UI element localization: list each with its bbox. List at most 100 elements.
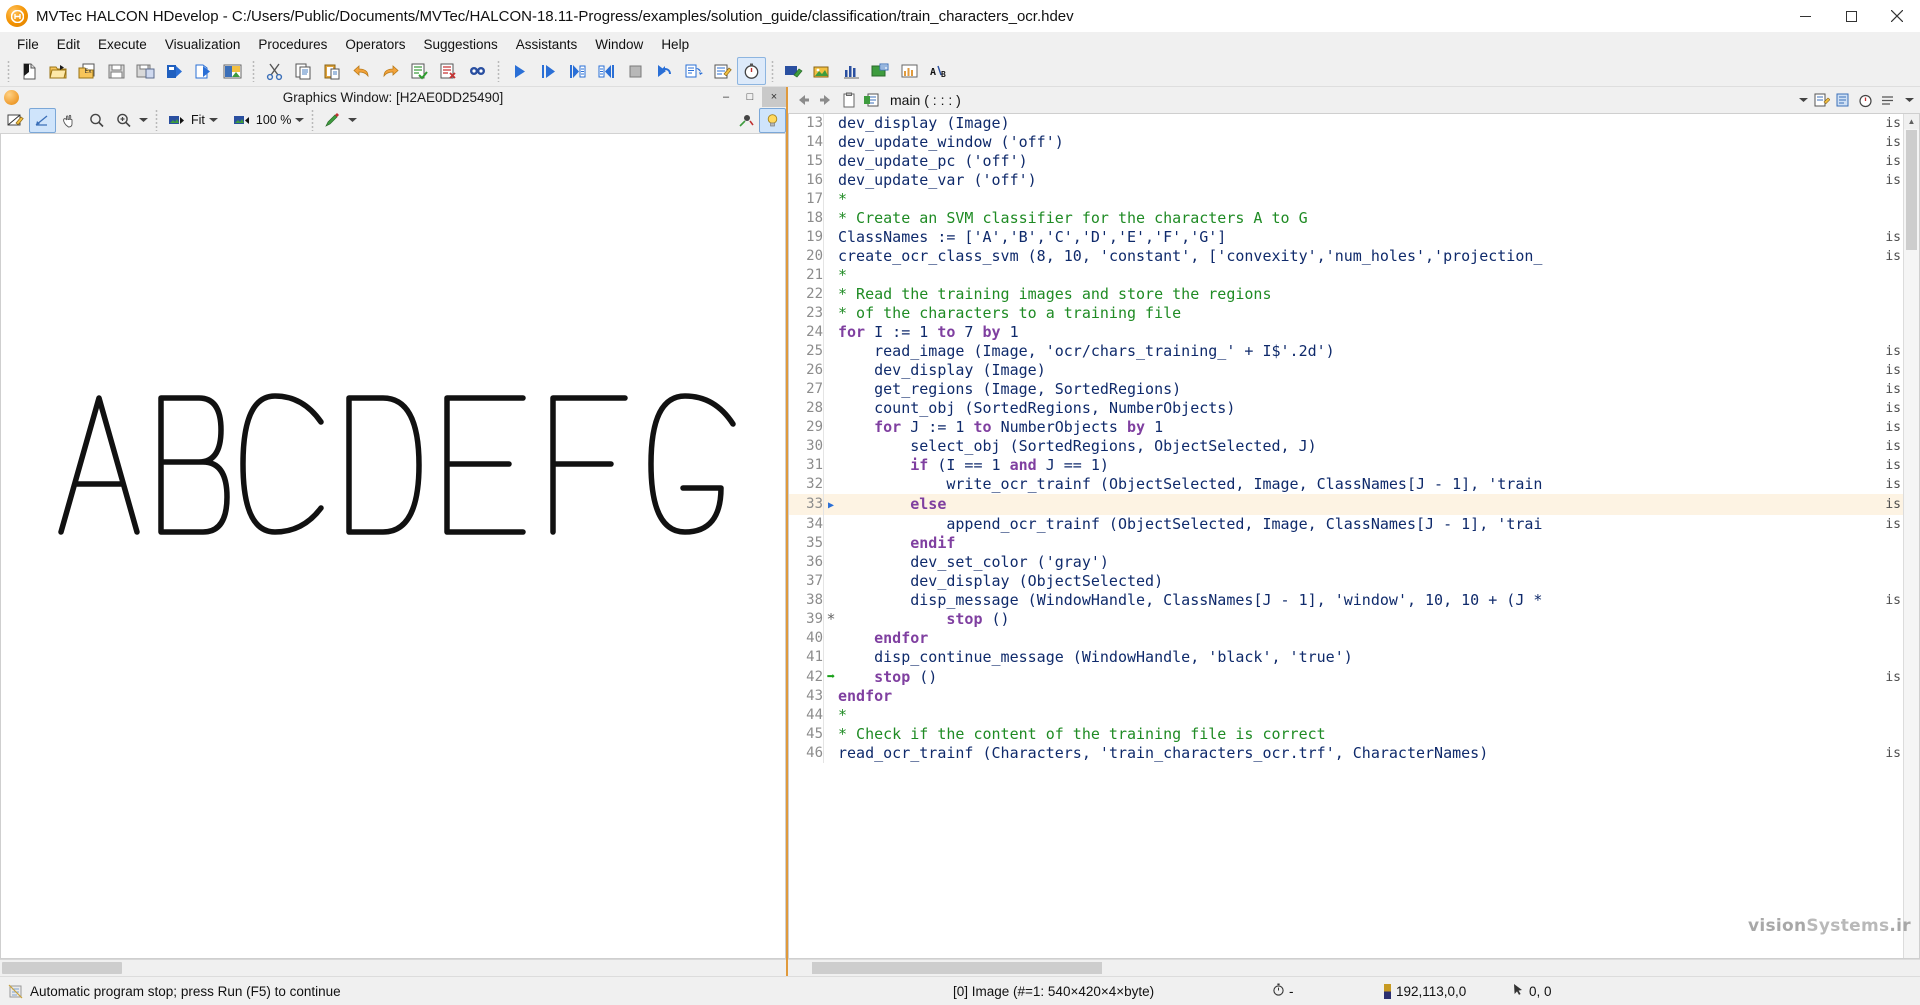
color-palette-icon[interactable] bbox=[319, 108, 346, 133]
line-marker[interactable] bbox=[824, 553, 839, 572]
image-acquisition-icon[interactable] bbox=[218, 57, 247, 85]
zoom-in-icon[interactable] bbox=[110, 108, 137, 133]
color-dropdown-chevron-down-icon[interactable] bbox=[346, 109, 359, 132]
line-marker[interactable] bbox=[824, 304, 839, 323]
code-text[interactable]: * bbox=[838, 706, 1883, 725]
menu-window[interactable]: Window bbox=[586, 35, 652, 54]
code-text[interactable]: select_obj (SortedRegions, ObjectSelecte… bbox=[838, 437, 1883, 456]
measure-pin-icon[interactable] bbox=[732, 108, 759, 133]
menu-help[interactable]: Help bbox=[652, 35, 698, 54]
line-marker[interactable] bbox=[824, 171, 839, 190]
code-line[interactable]: 14 dev_update_window ('off') is bbox=[789, 133, 1903, 152]
code-text[interactable]: stop () bbox=[838, 610, 1883, 629]
fit-image-icon[interactable] bbox=[163, 108, 190, 133]
redo-icon[interactable] bbox=[376, 57, 405, 85]
code-line[interactable]: 29 for J := 1 to NumberObjects by 1 is bbox=[789, 418, 1903, 437]
code-line[interactable]: 34 append_ocr_trainf (ObjectSelected, Im… bbox=[789, 515, 1903, 534]
maximize-button[interactable] bbox=[1828, 0, 1874, 32]
code-line[interactable]: 15 dev_update_pc ('off') is bbox=[789, 152, 1903, 171]
code-text[interactable]: endif bbox=[838, 534, 1883, 553]
line-marker[interactable] bbox=[824, 629, 839, 648]
line-marker[interactable] bbox=[824, 572, 839, 591]
graphics-canvas[interactable] bbox=[1, 134, 785, 958]
code-text[interactable]: read_image (Image, 'ocr/chars_training_'… bbox=[838, 342, 1883, 361]
histogram-icon[interactable] bbox=[837, 57, 866, 85]
line-marker[interactable] bbox=[824, 456, 839, 475]
code-text[interactable]: for J := 1 to NumberObjects by 1 bbox=[838, 418, 1883, 437]
code-text[interactable]: disp_message (WindowHandle, ClassNames[J… bbox=[838, 591, 1883, 610]
code-line[interactable]: 36 dev_set_color ('gray') bbox=[789, 553, 1903, 572]
code-text[interactable]: else bbox=[838, 494, 1883, 515]
line-marker[interactable] bbox=[824, 687, 839, 706]
settings-icon[interactable] bbox=[1876, 89, 1898, 111]
code-line[interactable]: 32 write_ocr_trainf (ObjectSelected, Ima… bbox=[789, 475, 1903, 494]
draw-mode-icon[interactable] bbox=[2, 108, 29, 133]
toolbar-grip-2[interactable] bbox=[250, 60, 257, 82]
line-marker[interactable] bbox=[824, 648, 839, 667]
line-marker[interactable]: * bbox=[824, 610, 839, 629]
back-arrow-icon[interactable] bbox=[792, 89, 814, 111]
code-line[interactable]: 13 dev_display (Image) is bbox=[789, 114, 1903, 133]
zoom-dropdown-chevron-down-icon[interactable] bbox=[137, 109, 150, 132]
code-text[interactable]: disp_continue_message (WindowHandle, 'bl… bbox=[838, 648, 1883, 667]
line-marker[interactable] bbox=[824, 591, 839, 610]
code-line[interactable]: 26 dev_display (Image) is bbox=[789, 361, 1903, 380]
line-marker[interactable] bbox=[824, 418, 839, 437]
code-line[interactable]: 25 read_image (Image, 'ocr/chars_trainin… bbox=[789, 342, 1903, 361]
code-text[interactable]: * Create an SVM classifier for the chara… bbox=[838, 209, 1883, 228]
code-text[interactable]: * bbox=[838, 190, 1883, 209]
open-program-icon[interactable] bbox=[44, 57, 73, 85]
code-line[interactable]: 42 ➡ stop () is bbox=[789, 667, 1903, 687]
toolbar-grip-3[interactable] bbox=[495, 60, 502, 82]
save-program-icon[interactable] bbox=[102, 57, 131, 85]
magnifier-icon[interactable] bbox=[83, 108, 110, 133]
code-text[interactable]: stop () bbox=[838, 667, 1883, 687]
code-line[interactable]: 39 * stop () bbox=[789, 610, 1903, 629]
code-text[interactable]: ClassNames := ['A','B','C','D','E','F','… bbox=[838, 228, 1883, 247]
line-marker[interactable] bbox=[824, 706, 839, 725]
insert-operator-icon[interactable] bbox=[708, 57, 737, 85]
code-line[interactable]: 22 * Read the training images and store t… bbox=[789, 285, 1903, 304]
code-line[interactable]: 16 dev_update_var ('off') is bbox=[789, 171, 1903, 190]
graphics-toolbar-grip[interactable] bbox=[153, 109, 160, 131]
undo-icon[interactable] bbox=[347, 57, 376, 85]
code-text[interactable]: dev_display (ObjectSelected) bbox=[838, 572, 1883, 591]
lightbulb-icon[interactable] bbox=[759, 107, 786, 133]
code-line[interactable]: 46 read_ocr_trainf (Characters, 'train_ch… bbox=[789, 744, 1903, 763]
run-icon[interactable] bbox=[505, 57, 534, 85]
find-icon[interactable] bbox=[463, 57, 492, 85]
menu-operators[interactable]: Operators bbox=[336, 35, 414, 54]
code-text[interactable]: dev_display (Image) bbox=[838, 361, 1883, 380]
code-line[interactable]: 19 ClassNames := ['A','B','C','D','E','F'… bbox=[789, 228, 1903, 247]
code-text[interactable]: create_ocr_class_svm (8, 10, 'constant',… bbox=[838, 247, 1883, 266]
code-line[interactable]: 41 disp_continue_message (WindowHandle, … bbox=[789, 648, 1903, 667]
code-text[interactable]: count_obj (SortedRegions, NumberObjects) bbox=[838, 399, 1883, 418]
minimize-button[interactable] bbox=[1782, 0, 1828, 32]
timing-icon[interactable] bbox=[1854, 89, 1876, 111]
image-variables-icon[interactable] bbox=[808, 57, 837, 85]
code-text[interactable]: dev_set_color ('gray') bbox=[838, 553, 1883, 572]
code-text[interactable]: for I := 1 to 7 by 1 bbox=[838, 323, 1883, 342]
code-text[interactable]: endfor bbox=[838, 687, 1883, 706]
code-text[interactable]: dev_update_pc ('off') bbox=[838, 152, 1883, 171]
code-text[interactable]: dev_display (Image) bbox=[838, 114, 1883, 133]
code-line[interactable]: 24 for I := 1 to 7 by 1 bbox=[789, 323, 1903, 342]
line-marker[interactable] bbox=[824, 247, 839, 266]
region-icon[interactable] bbox=[866, 57, 895, 85]
graphics-horizontal-scrollbar[interactable] bbox=[0, 959, 786, 976]
scroll-up-arrow-icon[interactable]: ▲ bbox=[1904, 114, 1919, 129]
line-marker[interactable] bbox=[824, 342, 839, 361]
scale-dropdown-chevron-down-icon[interactable] bbox=[293, 109, 306, 132]
code-text[interactable]: get_regions (Image, SortedRegions) bbox=[838, 380, 1883, 399]
line-marker[interactable] bbox=[824, 399, 839, 418]
code-scroll-thumb[interactable] bbox=[1906, 130, 1917, 250]
code-line[interactable]: 18 * Create an SVM classifier for the cha… bbox=[789, 209, 1903, 228]
step-over-icon[interactable] bbox=[534, 57, 563, 85]
line-marker[interactable] bbox=[824, 380, 839, 399]
line-marker[interactable] bbox=[824, 437, 839, 456]
menu-assistants[interactable]: Assistants bbox=[507, 35, 587, 54]
clipboard-icon[interactable] bbox=[838, 89, 860, 111]
line-marker[interactable] bbox=[824, 114, 839, 133]
import-icon[interactable] bbox=[189, 57, 218, 85]
close-button[interactable] bbox=[1874, 0, 1920, 32]
